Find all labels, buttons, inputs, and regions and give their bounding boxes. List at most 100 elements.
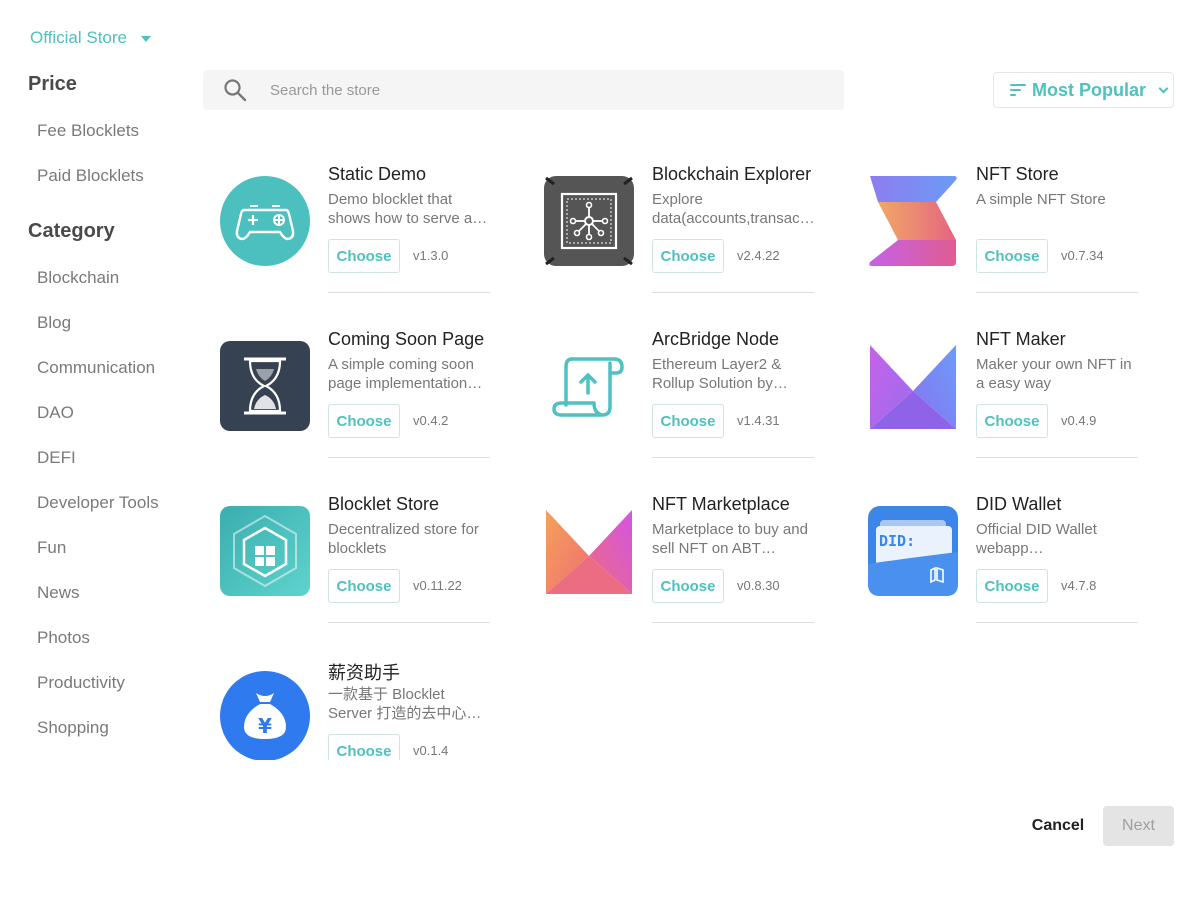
blocklet-version: v1.4.31	[737, 413, 780, 428]
blocklet-version: v0.1.4	[413, 743, 449, 758]
sidebar-item-shopping[interactable]: Shopping	[0, 705, 190, 750]
blocklet-name: DID Wallet	[976, 494, 1062, 514]
chevron-down-icon	[1158, 83, 1169, 93]
blocklet-name: NFT Store	[976, 164, 1059, 184]
blocklet-name: Blockchain Explorer	[652, 164, 812, 184]
search-icon	[223, 78, 247, 102]
blocklet-description: Maker your own NFT in a easy way	[976, 356, 1132, 392]
nft-store-logo-icon	[868, 176, 958, 266]
caret-down-icon	[141, 36, 152, 42]
search-bar[interactable]	[203, 70, 844, 110]
sidebar-item-fee-blocklets[interactable]: Fee Blocklets	[0, 108, 190, 153]
choose-button[interactable]: Choose	[652, 569, 724, 603]
blocklet-card: ArcBridge Node Ethereum Layer2 & Rollup …	[544, 325, 844, 465]
store-selector[interactable]: Official Store	[30, 28, 152, 48]
choose-button[interactable]: Choose	[328, 239, 400, 273]
blocklet-card: NFT Marketplace Marketplace to buy and s…	[544, 490, 844, 630]
money-bag-icon: ¥	[220, 671, 310, 760]
sidebar-filters: Price Fee Blocklets Paid Blocklets Categ…	[0, 60, 190, 750]
blocklet-description: Decentralized store for blocklets	[328, 521, 479, 557]
choose-button[interactable]: Choose	[976, 404, 1048, 438]
blocklet-card: DID: DID Wallet Official DID Wallet weba…	[868, 490, 1168, 630]
gamepad-icon	[220, 176, 310, 266]
sidebar-item-news[interactable]: News	[0, 570, 190, 615]
svg-text:¥: ¥	[258, 714, 272, 738]
sort-icon	[1010, 84, 1026, 96]
scroll-upload-icon	[544, 341, 634, 431]
blocklet-name: NFT Marketplace	[652, 494, 790, 514]
choose-button[interactable]: Choose	[652, 239, 724, 273]
blocklet-description: Marketplace to buy and sell NFT on ABT…	[652, 521, 808, 557]
category-heading: Category	[28, 220, 115, 242]
nft-marketplace-logo-icon	[544, 506, 634, 596]
blocklet-description: 一款基于 Blocklet Server 打造的去中心…	[328, 686, 482, 722]
blocklet-name: Coming Soon Page	[328, 329, 485, 349]
blocklet-version: v0.11.22	[413, 578, 462, 593]
card-divider	[652, 457, 814, 458]
card-divider	[328, 622, 490, 623]
blocklet-card: NFT Maker Maker your own NFT in a easy w…	[868, 325, 1168, 465]
sidebar-item-defi[interactable]: DEFI	[0, 435, 190, 480]
blocklet-description: Ethereum Layer2 & Rollup Solution by…	[652, 356, 788, 392]
card-divider	[976, 457, 1138, 458]
choose-button[interactable]: Choose	[976, 569, 1048, 603]
blocklet-version: v0.4.2	[413, 413, 449, 428]
choose-button[interactable]: Choose	[652, 404, 724, 438]
svg-text:DID:: DID:	[879, 532, 915, 550]
sidebar-item-communication[interactable]: Communication	[0, 345, 190, 390]
blocklet-card: Static Demo Demo blocklet that shows how…	[220, 160, 520, 300]
blocklet-version: v4.7.8	[1061, 578, 1097, 593]
blocklet-name: Static Demo	[328, 164, 427, 184]
sidebar-item-blog[interactable]: Blog	[0, 300, 190, 345]
blocklet-version: v0.8.30	[737, 578, 780, 593]
choose-button[interactable]: Choose	[328, 404, 400, 438]
network-node-icon	[544, 176, 634, 266]
search-input[interactable]	[270, 81, 790, 99]
sort-label: Most Popular	[1032, 79, 1147, 100]
blocklet-name: ArcBridge Node	[652, 329, 780, 349]
did-wallet-icon: DID:	[868, 506, 958, 596]
blocklet-description: Explore data(accounts,transac…	[652, 191, 815, 227]
card-divider	[976, 622, 1138, 623]
store-selector-label: Official Store	[30, 28, 128, 47]
blocklet-card: Coming Soon Page A simple coming soon pa…	[220, 325, 520, 465]
cancel-button[interactable]: Cancel	[1022, 808, 1094, 844]
blocklet-description: Demo blocklet that shows how to serve a…	[328, 191, 488, 227]
card-divider	[652, 622, 814, 623]
sidebar-item-paid-blocklets[interactable]: Paid Blocklets	[0, 153, 190, 198]
blocklet-card: Blocklet Store Decentralized store for b…	[220, 490, 520, 630]
sidebar-item-dao[interactable]: DAO	[0, 390, 190, 435]
blocklet-store-icon	[220, 506, 310, 596]
next-button[interactable]: Next	[1103, 806, 1174, 846]
sidebar-item-blockchain[interactable]: Blockchain	[0, 255, 190, 300]
card-divider	[328, 292, 490, 293]
choose-button[interactable]: Choose	[976, 239, 1048, 273]
sidebar-item-developer-tools[interactable]: Developer Tools	[0, 480, 190, 525]
choose-button[interactable]: Choose	[328, 734, 400, 760]
blocklet-description: A simple NFT Store	[976, 191, 1106, 208]
blocklet-version: v0.7.34	[1061, 248, 1104, 263]
sidebar-item-productivity[interactable]: Productivity	[0, 660, 190, 705]
hourglass-icon	[220, 341, 310, 431]
price-heading: Price	[28, 73, 77, 95]
nft-maker-logo-icon	[868, 341, 958, 431]
blocklet-version: v0.4.9	[1061, 413, 1097, 428]
blocklet-name: 薪资助手	[328, 663, 400, 683]
sidebar-item-photos[interactable]: Photos	[0, 615, 190, 660]
blocklet-description: A simple coming soon page implementation…	[328, 356, 483, 392]
blocklet-grid: Static Demo Demo blocklet that shows how…	[220, 160, 1180, 760]
choose-button[interactable]: Choose	[328, 569, 400, 603]
blocklet-card: Blockchain Explorer Explore data(account…	[544, 160, 844, 300]
card-divider	[328, 457, 490, 458]
blocklet-card: NFT Store A simple NFT Store Choose v0.7…	[868, 160, 1168, 300]
blocklet-version: v1.3.0	[413, 248, 449, 263]
blocklet-name: Blocklet Store	[328, 494, 440, 514]
sort-dropdown[interactable]: Most Popular	[993, 72, 1174, 108]
card-divider	[976, 292, 1138, 293]
sidebar-item-fun[interactable]: Fun	[0, 525, 190, 570]
blocklet-description: Official DID Wallet webapp…	[976, 521, 1097, 557]
card-divider	[652, 292, 814, 293]
blocklet-version: v2.4.22	[737, 248, 780, 263]
blocklet-name: NFT Maker	[976, 329, 1066, 349]
blocklet-card: ¥ 薪资助手 一款基于 Blocklet Server 打造的去中心… Choo…	[220, 655, 520, 760]
